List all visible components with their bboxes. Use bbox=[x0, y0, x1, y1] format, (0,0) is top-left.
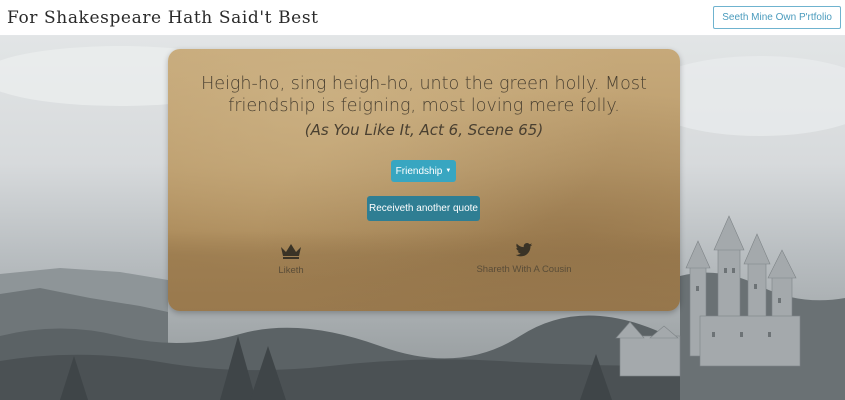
topic-dropdown-label: Friendship bbox=[395, 165, 443, 177]
like-label: Liketh bbox=[278, 265, 304, 276]
quote-card: Heigh-ho, sing heigh-ho, unto the green … bbox=[168, 49, 680, 311]
quote-source: (As You Like It, Act 6, Scene 65) bbox=[304, 121, 544, 139]
topic-dropdown[interactable]: Friendship ▼ bbox=[391, 160, 456, 182]
like-button[interactable]: Liketh bbox=[266, 243, 316, 276]
crown-icon bbox=[281, 244, 301, 259]
caret-down-icon: ▼ bbox=[445, 168, 452, 174]
card-texture-band bbox=[168, 231, 680, 311]
share-label: Shareth With A Cousin bbox=[476, 264, 572, 275]
another-quote-button[interactable]: Receiveth another quote bbox=[367, 196, 480, 221]
portfolio-button[interactable]: Seeth Mine Own P'rtfolio bbox=[713, 6, 841, 29]
site-title[interactable]: For Shakespeare Hath Said't Best bbox=[7, 8, 319, 28]
twitter-icon bbox=[515, 243, 533, 257]
navbar: For Shakespeare Hath Said't Best Seeth M… bbox=[0, 0, 845, 36]
quote-text: Heigh-ho, sing heigh-ho, unto the green … bbox=[201, 74, 647, 116]
share-button[interactable]: Shareth With A Cousin bbox=[464, 243, 584, 275]
